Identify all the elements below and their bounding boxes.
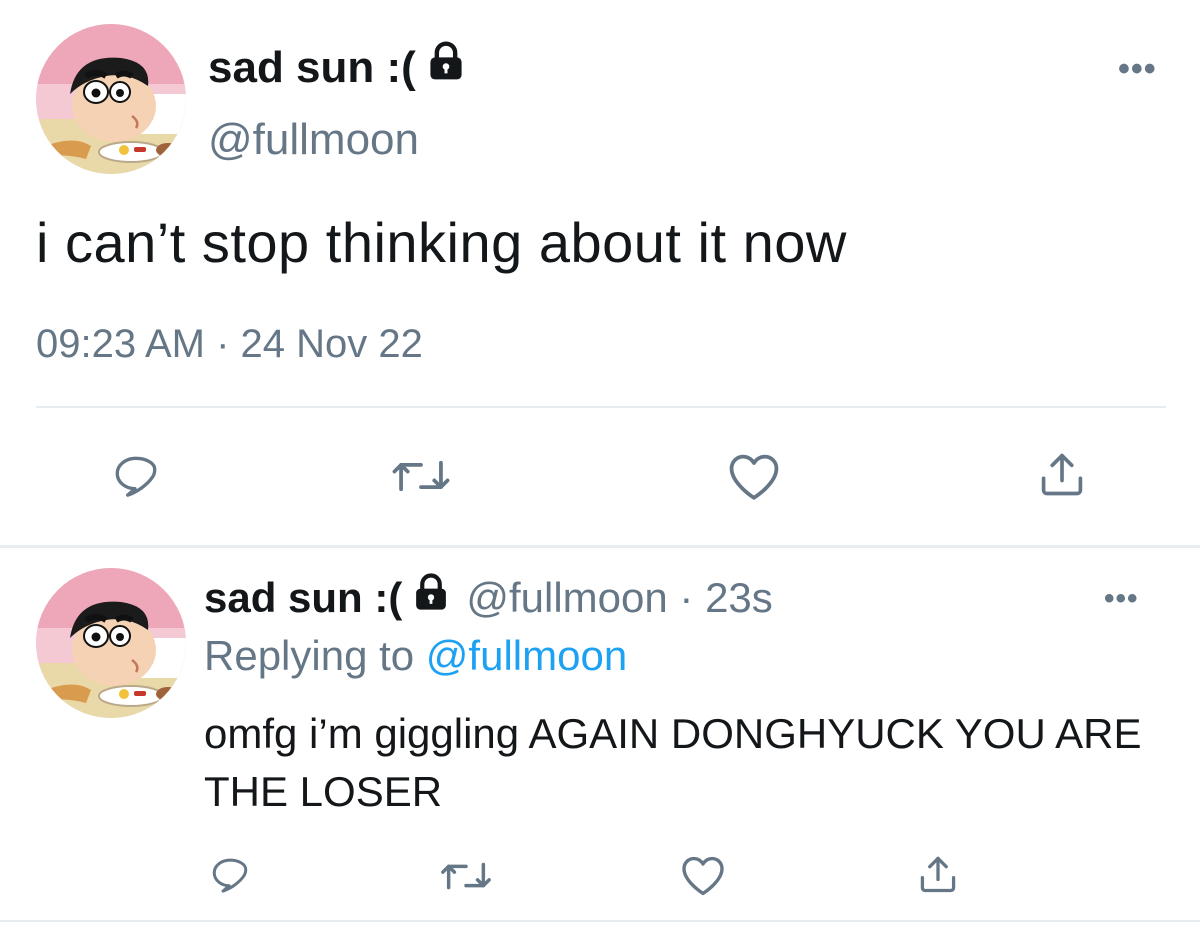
reply-share-button[interactable]	[914, 850, 962, 898]
reply-reply-button[interactable]	[206, 852, 254, 898]
cartoon-boy-avatar-icon	[36, 24, 186, 174]
reply-button[interactable]	[106, 448, 166, 504]
reply-more-options-icon[interactable]: •••	[1104, 584, 1139, 614]
heart-icon	[682, 856, 724, 896]
cartoon-boy-avatar-icon	[36, 568, 186, 718]
reply-header: sad sun :( @fullmoon · 23s	[204, 572, 773, 624]
display-name-text: sad sun :(	[208, 42, 416, 92]
reply-icon	[115, 456, 157, 497]
display-name[interactable]: sad sun :(	[208, 40, 468, 95]
replying-to-label: Replying to	[204, 632, 426, 679]
tweet-timestamp[interactable]: 09:23 AM · 24 Nov 22	[36, 322, 423, 367]
share-icon	[920, 856, 956, 893]
reply-like-button[interactable]	[676, 852, 730, 898]
share-button[interactable]	[1034, 446, 1090, 502]
reply-tweet-text: omfg i’m giggling AGAIN DONGHYUCK YOU AR…	[204, 710, 1142, 815]
profile-avatar[interactable]	[36, 24, 186, 174]
reply-handle-time[interactable]: @fullmoon · 23s	[466, 574, 772, 622]
lock-icon	[424, 40, 468, 95]
like-button[interactable]	[722, 448, 786, 504]
user-handle[interactable]: @fullmoon	[208, 115, 419, 165]
retweet-icon	[392, 460, 450, 492]
reply-display-name[interactable]: sad sun :(	[204, 574, 402, 622]
replying-to-mention[interactable]: @fullmoon	[426, 632, 627, 679]
reply-icon	[212, 858, 248, 893]
reply-profile-avatar[interactable]	[36, 568, 186, 718]
divider	[36, 406, 1166, 408]
reply-retweet-button[interactable]	[436, 854, 496, 898]
tweet-text: i can’t stop thinking about it now	[36, 211, 847, 274]
retweet-button[interactable]	[386, 450, 456, 502]
lock-icon	[410, 572, 452, 624]
share-icon	[1041, 453, 1083, 496]
retweet-icon	[441, 862, 491, 890]
heart-icon	[729, 454, 779, 500]
replying-to: Replying to @fullmoon	[204, 632, 627, 680]
bottom-divider	[0, 920, 1200, 922]
section-separator	[0, 545, 1200, 548]
more-options-icon[interactable]: •••	[1118, 52, 1157, 86]
